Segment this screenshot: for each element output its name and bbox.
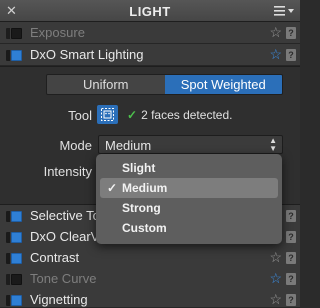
tool-label-contrast: Contrast: [30, 250, 80, 265]
enable-checkbox-clearview[interactable]: [6, 232, 22, 243]
intensity-label: Intensity: [43, 164, 92, 179]
help-icon[interactable]: ?: [286, 27, 296, 39]
enable-checkbox-selective-tone[interactable]: [6, 211, 22, 222]
help-icon[interactable]: ?: [286, 273, 296, 285]
mode-select-value: Medium: [105, 138, 152, 153]
favorite-star-icon[interactable]: ☆: [269, 249, 282, 265]
help-icon[interactable]: ?: [286, 210, 296, 222]
mode-select[interactable]: Medium ▲ ▼: [98, 135, 283, 154]
tab-uniform[interactable]: Uniform: [47, 75, 165, 94]
tool-label: Tool: [68, 108, 92, 123]
favorite-star-icon[interactable]: ☆: [269, 46, 282, 62]
enable-checkbox-contrast[interactable]: [6, 253, 22, 264]
mode-segmented-control: Uniform Spot Weighted: [46, 74, 283, 95]
tool-row-contrast[interactable]: Contrast ☆ ?: [0, 247, 300, 269]
menu-item-custom[interactable]: Custom: [100, 218, 278, 238]
help-icon[interactable]: ?: [286, 294, 296, 306]
faces-status: ✓ 2 faces detected.: [127, 108, 232, 122]
checkmark-icon: ✓: [127, 108, 138, 122]
tool-row-vignetting[interactable]: Vignetting ☆ ?: [0, 289, 300, 308]
face-frame-icon: [101, 108, 114, 121]
help-icon[interactable]: ?: [286, 231, 296, 243]
tool-label-vignetting: Vignetting: [30, 292, 88, 307]
enable-checkbox-tone-curve[interactable]: [6, 274, 22, 285]
menu-item-slight[interactable]: Slight: [100, 158, 278, 178]
help-icon[interactable]: ?: [286, 49, 296, 61]
tool-row-exposure[interactable]: Exposure ☆ ?: [0, 22, 300, 44]
menu-item-medium[interactable]: ✓ Medium: [100, 178, 278, 198]
tool-row-smart-lighting[interactable]: DxO Smart Lighting ☆ ?: [0, 44, 300, 66]
faces-status-text: 2 faces detected.: [141, 108, 233, 122]
tool-label-smart-lighting: DxO Smart Lighting: [30, 47, 144, 62]
palette-title: LIGHT: [129, 4, 171, 19]
enable-checkbox-vignetting[interactable]: [6, 295, 22, 306]
panel-menu-icon[interactable]: [273, 4, 295, 18]
palette-header: ✕ LIGHT: [0, 0, 300, 22]
favorite-star-icon[interactable]: ☆: [269, 24, 282, 40]
mode-dropdown-menu: Slight ✓ Medium Strong Custom: [96, 154, 282, 244]
face-detection-tool-button[interactable]: [97, 105, 118, 124]
favorite-star-icon[interactable]: ☆: [269, 270, 282, 286]
tab-spot-weighted[interactable]: Spot Weighted: [164, 75, 282, 94]
tool-label-exposure: Exposure: [30, 25, 85, 40]
updown-chevron-icon: ▲ ▼: [269, 136, 277, 153]
menu-item-strong[interactable]: Strong: [100, 198, 278, 218]
enable-checkbox-exposure[interactable]: [6, 28, 22, 39]
checkmark-icon: ✓: [107, 181, 118, 195]
enable-checkbox-smart-lighting[interactable]: [6, 50, 22, 61]
favorite-star-icon[interactable]: ☆: [269, 291, 282, 307]
tool-label-tone-curve: Tone Curve: [30, 271, 97, 286]
help-icon[interactable]: ?: [286, 252, 296, 264]
tool-row-tone-curve[interactable]: Tone Curve ☆ ?: [0, 268, 300, 290]
mode-label: Mode: [59, 138, 92, 153]
